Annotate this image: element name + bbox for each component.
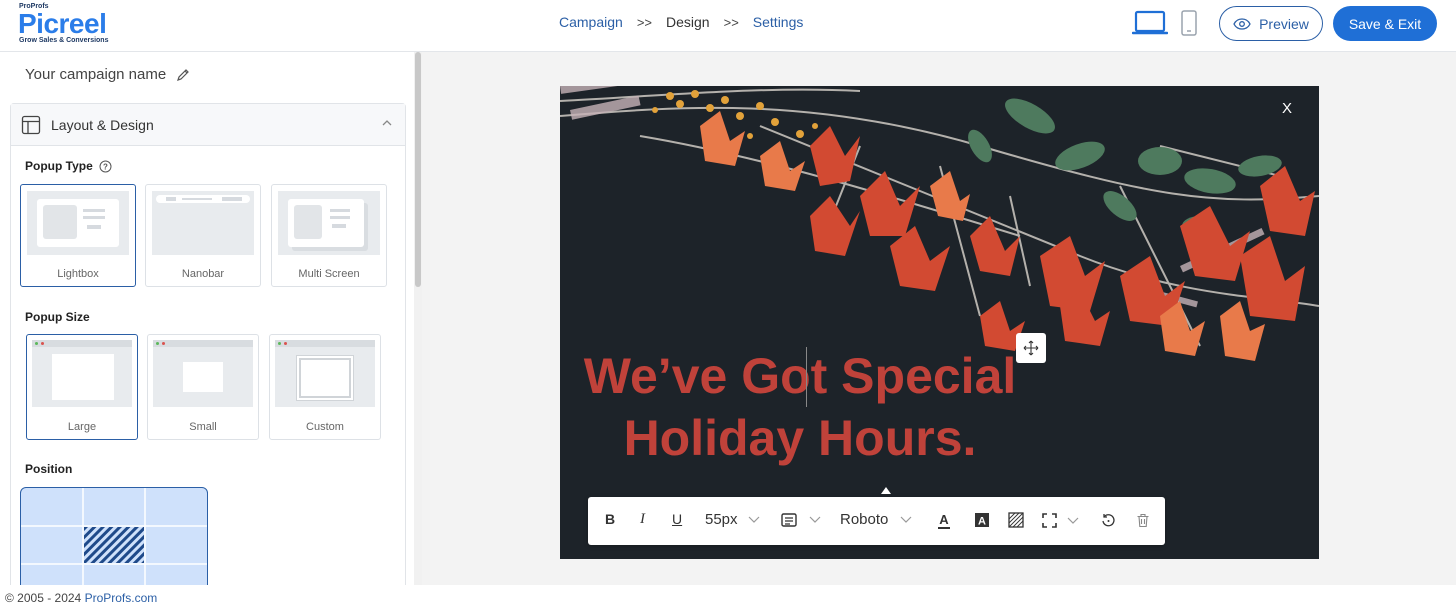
highlight-color-button[interactable]: A	[974, 512, 990, 528]
popup-type-multi-screen[interactable]: Multi Screen	[271, 184, 387, 287]
small-size-thumbnail	[153, 340, 253, 407]
chevron-down-icon	[809, 516, 821, 523]
position-grid-lines	[21, 488, 207, 585]
picreel-logo[interactable]: ProProfs Picreel Grow Sales & Conversion…	[18, 2, 128, 46]
proprofs-link[interactable]: ProProfs.com	[85, 591, 158, 605]
font-size-value: 55px	[705, 511, 738, 528]
eye-icon	[1233, 17, 1251, 30]
svg-text:?: ?	[103, 162, 108, 171]
align-select[interactable]	[781, 513, 821, 527]
font-family-select[interactable]: Roboto	[840, 511, 912, 528]
chevron-down-icon	[900, 516, 912, 523]
popup-preview[interactable]	[560, 86, 1319, 559]
multi-screen-label: Multi Screen	[298, 268, 360, 280]
breadcrumb-settings[interactable]: Settings	[753, 14, 804, 30]
fill-pattern-icon	[1008, 512, 1024, 528]
scrollbar-thumb[interactable]	[415, 52, 421, 287]
layout-icon	[21, 115, 41, 134]
popup-type-label: Popup Type	[25, 159, 93, 173]
position-title: Position	[25, 462, 73, 476]
brand-name: Picreel	[18, 8, 107, 39]
popup-type-nanobar[interactable]: Nanobar	[145, 184, 261, 287]
svg-text:A: A	[939, 512, 949, 527]
italic-button[interactable]: I	[640, 511, 645, 528]
preview-button[interactable]: Preview	[1219, 6, 1323, 41]
font-family-value: Roboto	[840, 511, 889, 528]
popup-type-lightbox[interactable]: Lightbox	[20, 184, 136, 287]
copyright-text: © 2005 - 2024	[5, 591, 82, 605]
small-label: Small	[189, 421, 217, 433]
popup-size-small[interactable]: Small	[147, 334, 259, 440]
text-format-toolbar: B I U 55px Roboto A A	[588, 497, 1165, 545]
text-highlight-icon: A	[975, 513, 989, 528]
chevron-down-icon	[1067, 517, 1079, 524]
sidebar-scrollbar[interactable]	[414, 52, 422, 585]
position-center-selected[interactable]	[84, 527, 144, 563]
brand-tagline: Grow Sales & Conversions	[19, 37, 109, 44]
popup-type-title: Popup Type ?	[25, 159, 112, 173]
headline-line-2: Holiday Hours.	[623, 410, 977, 466]
move-icon	[1023, 340, 1039, 356]
toolbar-caret	[881, 487, 891, 494]
top-bar: ProProfs Picreel Grow Sales & Conversion…	[0, 0, 1456, 52]
layout-design-title: Layout & Design	[51, 116, 154, 133]
nanobar-thumbnail	[152, 191, 254, 255]
border-select[interactable]	[1042, 513, 1079, 528]
position-grid[interactable]	[20, 487, 208, 585]
campaign-name-label: Your campaign name	[25, 66, 167, 83]
delete-button[interactable]	[1136, 513, 1150, 528]
layout-design-header[interactable]: Layout & Design	[11, 104, 405, 146]
layout-design-panel: Layout & Design Popup Type ? Lightbox Na…	[10, 103, 406, 585]
breadcrumb-design[interactable]: Design	[666, 14, 710, 30]
trash-icon	[1137, 513, 1149, 528]
text-color-icon: A	[938, 512, 950, 529]
sidebar: Your campaign name Layout & Design Popup…	[0, 52, 414, 585]
lightbox-label: Lightbox	[57, 268, 99, 280]
breadcrumb-separator: >>	[723, 14, 739, 30]
mobile-icon[interactable]	[1180, 9, 1198, 42]
footer: © 2005 - 2024 ProProfs.com	[0, 585, 1456, 612]
underline-button[interactable]: U	[672, 511, 682, 527]
help-icon[interactable]: ?	[99, 160, 112, 173]
popup-close-button[interactable]: X	[1282, 100, 1292, 117]
bold-button[interactable]: B	[605, 511, 615, 527]
rotate-icon	[1102, 514, 1115, 527]
align-text-icon	[781, 513, 797, 527]
custom-size-thumbnail	[275, 340, 375, 407]
background-fill-button[interactable]	[1008, 512, 1024, 528]
large-label: Large	[67, 421, 97, 433]
font-size-select[interactable]: 55px	[705, 511, 760, 528]
border-frame-icon	[1042, 513, 1057, 528]
multi-screen-thumbnail	[278, 191, 380, 255]
lightbox-thumbnail	[27, 191, 129, 255]
breadcrumb: Campaign >> Design >> Settings	[559, 14, 803, 30]
preview-label: Preview	[1259, 15, 1309, 32]
autumn-leaves-image	[560, 86, 1319, 361]
chevron-up-icon[interactable]	[381, 117, 393, 129]
svg-text:A: A	[978, 516, 986, 528]
desktop-icon[interactable]	[1131, 9, 1169, 42]
save-exit-button[interactable]: Save & Exit	[1333, 6, 1437, 41]
popup-headline[interactable]: We’ve Got Special Holiday Hours.	[560, 345, 1040, 469]
move-handle[interactable]	[1016, 333, 1046, 363]
pencil-icon[interactable]	[176, 68, 190, 82]
breadcrumb-separator: >>	[636, 14, 653, 30]
text-cursor	[806, 347, 807, 407]
chevron-down-icon	[748, 516, 759, 523]
large-size-thumbnail	[32, 340, 132, 407]
popup-size-custom[interactable]: Custom	[269, 334, 381, 440]
campaign-name[interactable]: Your campaign name	[25, 66, 190, 83]
custom-label: Custom	[306, 421, 344, 433]
popup-size-title: Popup Size	[25, 310, 90, 324]
text-color-button[interactable]: A	[936, 512, 952, 530]
nanobar-label: Nanobar	[181, 268, 225, 280]
headline-line-1: We’ve Got Special	[583, 348, 1017, 404]
breadcrumb-campaign[interactable]: Campaign	[559, 14, 623, 30]
reset-button[interactable]	[1101, 513, 1116, 528]
popup-size-large[interactable]: Large	[26, 334, 138, 440]
